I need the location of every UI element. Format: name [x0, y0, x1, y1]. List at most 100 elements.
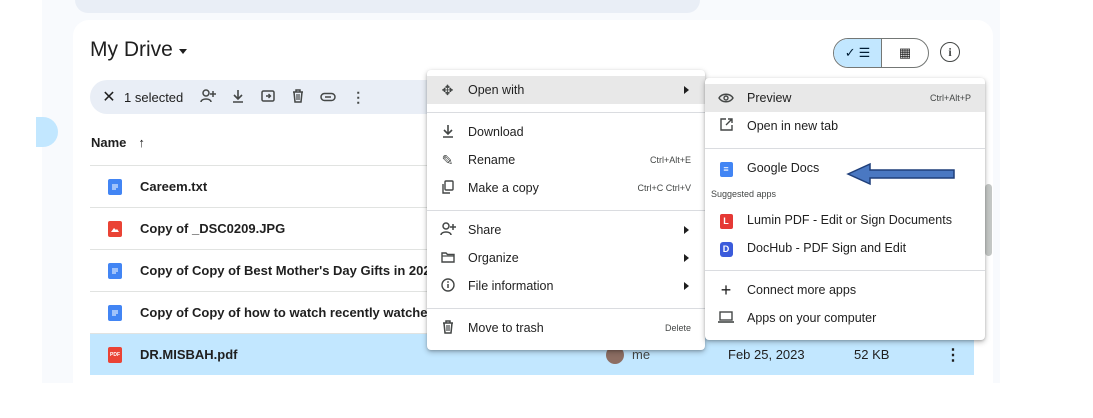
folder-icon [427, 250, 468, 266]
menu-divider [427, 112, 705, 113]
menu-item-label: Download [468, 125, 524, 139]
laptop-icon [705, 310, 747, 326]
menu-item-lumin-pdf[interactable]: L Lumin PDF - Edit or Sign Documents [705, 206, 985, 234]
annotation-arrow-icon [846, 162, 955, 186]
menu-item-label: File information [468, 279, 554, 293]
menu-item-share[interactable]: Share [427, 216, 705, 244]
download-icon [427, 124, 468, 141]
menu-item-label: Rename [468, 153, 516, 167]
shortcut-text: Ctrl+C Ctrl+V [637, 183, 691, 193]
menu-item-open-new-tab[interactable]: Open in new tab [705, 112, 985, 140]
context-menu: ✥ Open with Download ✎ Rename Ctrl+Alt+E… [427, 70, 705, 350]
docs-file-icon [108, 304, 122, 321]
info-icon [427, 277, 468, 295]
eye-icon [705, 90, 747, 106]
caret-down-icon [178, 49, 187, 54]
shortcut-text: Ctrl+Alt+E [649, 155, 691, 165]
menu-item-label: Move to trash [468, 321, 544, 335]
open-with-submenu: Preview Ctrl+Alt+P Open in new tab ≡ Goo… [705, 78, 985, 340]
modified-date: Feb 25, 2023 [728, 347, 805, 362]
google-docs-icon-letter: ≡ [719, 161, 733, 177]
column-header-name[interactable]: Name ↑ [91, 135, 145, 150]
selection-toolbar: ✕ 1 selected ⋮ [90, 80, 470, 114]
trash-icon [427, 319, 468, 337]
lumin-icon-letter: L [719, 213, 733, 229]
check-icon: ✓ [844, 45, 856, 60]
menu-item-connect-more-apps[interactable]: + Connect more apps [705, 276, 985, 304]
link-icon[interactable] [313, 89, 343, 105]
chevron-right-icon [684, 254, 689, 262]
list-icon: ☰ [858, 45, 871, 60]
file-name: Copy of Copy of how to watch recently wa… [140, 305, 447, 320]
search-bar[interactable] [75, 0, 700, 13]
move-arrows-icon: ✥ [441, 81, 454, 98]
menu-item-label: Open with [468, 83, 525, 97]
more-vert-icon[interactable]: ⋮ [945, 345, 961, 365]
view-toggle[interactable]: ✓ ☰ ▦ [833, 38, 929, 68]
menu-item-rename[interactable]: ✎ Rename Ctrl+Alt+E [427, 146, 705, 174]
image-file-icon [108, 220, 122, 237]
menu-item-label: Apps on your computer [747, 311, 877, 325]
selection-count: 1 selected [124, 89, 184, 105]
dochub-icon: D [705, 239, 747, 257]
close-icon[interactable]: ✕ [98, 87, 120, 107]
download-icon[interactable] [223, 89, 253, 106]
menu-item-organize[interactable]: Organize [427, 244, 705, 272]
move-folder-icon[interactable] [253, 89, 283, 105]
drive-window: My Drive ✓ ☰ ▦ i ✕ 1 selected ⋮ Name ↑ C… [0, 0, 1093, 418]
scrollbar[interactable] [985, 184, 992, 256]
chevron-right-icon [684, 86, 689, 94]
chevron-right-icon [684, 282, 689, 290]
file-size: 52 KB [854, 347, 890, 362]
menu-item-label: Organize [468, 251, 519, 265]
suggested-apps-heading: Suggested apps [711, 189, 777, 199]
grid-icon: ▦ [898, 45, 912, 60]
share-person-icon [427, 221, 468, 239]
trash-icon[interactable] [283, 88, 313, 106]
page-title-text: My Drive [90, 38, 173, 61]
menu-item-label: Preview [747, 91, 792, 105]
menu-divider [427, 308, 705, 309]
chevron-right-icon [684, 226, 689, 234]
shortcut-text: Delete [664, 323, 691, 333]
list-view-button[interactable]: ✓ ☰ [834, 39, 881, 67]
dochub-icon-letter: D [719, 241, 733, 257]
docs-file-icon [108, 262, 122, 279]
page-title[interactable]: My Drive [90, 38, 187, 62]
menu-item-download[interactable]: Download [427, 118, 705, 146]
menu-item-label: Share [468, 223, 502, 237]
menu-item-apps-on-computer[interactable]: Apps on your computer [705, 304, 985, 332]
share-person-icon[interactable] [193, 88, 223, 106]
menu-item-preview[interactable]: Preview Ctrl+Alt+P [705, 84, 985, 112]
menu-item-file-information[interactable]: File information [427, 272, 705, 300]
pdf-file-icon: PDF [108, 346, 122, 363]
info-icon[interactable]: i [940, 42, 960, 62]
more-vert-icon[interactable]: ⋮ [343, 89, 373, 106]
menu-item-open-with[interactable]: ✥ Open with [427, 76, 705, 104]
menu-item-label: Open in new tab [747, 119, 839, 133]
menu-divider [427, 210, 705, 211]
menu-item-label: Connect more apps [747, 283, 857, 297]
menu-item-dochub[interactable]: D DocHub - PDF Sign and Edit [705, 234, 985, 262]
menu-item-make-copy[interactable]: Make a copy Ctrl+C Ctrl+V [427, 174, 705, 202]
lumin-pdf-icon: L [705, 211, 747, 229]
grid-view-button[interactable]: ▦ [881, 39, 928, 67]
file-name: Copy of _DSC0209.JPG [140, 221, 286, 236]
sort-arrow-icon[interactable]: ↑ [138, 135, 145, 150]
file-name: DR.MISBAH.pdf [140, 347, 238, 362]
open-new-tab-icon [705, 118, 747, 134]
google-docs-icon: ≡ [705, 159, 747, 177]
file-name: Careem.txt [140, 179, 208, 194]
pencil-icon: ✎ [441, 151, 454, 168]
shortcut-text: Ctrl+Alt+P [929, 93, 971, 103]
menu-item-move-to-trash[interactable]: Move to trash Delete [427, 314, 705, 342]
menu-divider [705, 148, 985, 149]
plus-icon: + [720, 279, 732, 300]
copy-icon [427, 179, 468, 197]
file-name: Copy of Copy of Best Mother's Day Gifts … [140, 263, 438, 278]
menu-item-label: Lumin PDF - Edit or Sign Documents [747, 213, 952, 227]
text-file-icon [108, 178, 122, 195]
menu-item-label: DocHub - PDF Sign and Edit [747, 241, 907, 255]
column-name-label: Name [91, 135, 127, 150]
menu-divider [705, 270, 985, 271]
